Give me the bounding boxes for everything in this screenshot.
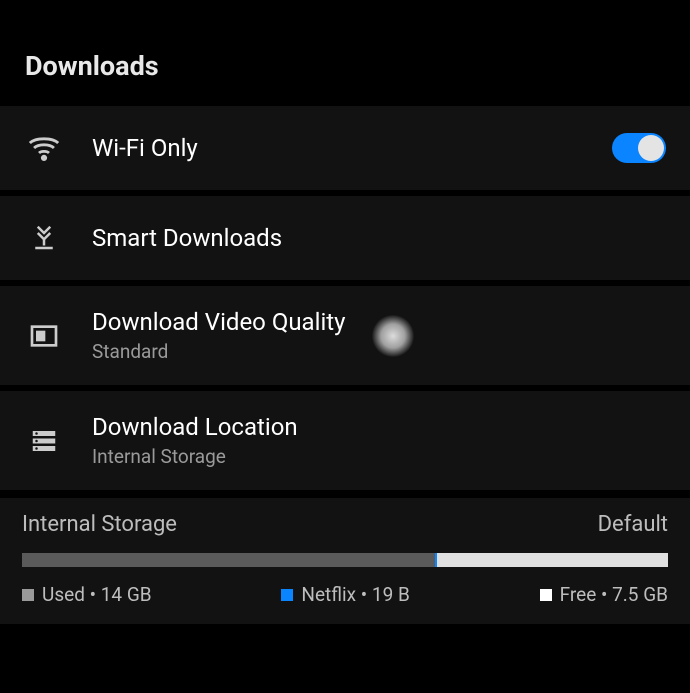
swatch-free — [540, 589, 552, 601]
storage-legend: Used • 14 GB Netflix • 19 B Free • 7.5 G… — [22, 583, 668, 606]
wifi-only-label: Wi-Fi Only — [92, 134, 612, 162]
row-download-location[interactable]: Download Location Internal Storage — [0, 391, 690, 496]
legend-netflix-text: Netflix • 19 B — [301, 583, 409, 606]
legend-used: Used • 14 GB — [22, 583, 152, 606]
smart-downloads-label: Smart Downloads — [92, 224, 666, 252]
legend-free-text: Free • 7.5 GB — [560, 583, 668, 606]
download-location-label: Download Location — [92, 413, 666, 441]
video-quality-label: Download Video Quality — [92, 308, 666, 336]
storage-icon — [24, 421, 64, 461]
video-quality-value: Standard — [92, 340, 666, 363]
row-smart-downloads[interactable]: Smart Downloads — [0, 196, 690, 286]
legend-free: Free • 7.5 GB — [540, 583, 668, 606]
legend-netflix: Netflix • 19 B — [281, 583, 409, 606]
legend-used-text: Used • 14 GB — [42, 583, 152, 606]
storage-title: Internal Storage — [22, 512, 177, 537]
wifi-only-toggle[interactable] — [612, 133, 666, 163]
video-quality-icon — [24, 316, 64, 356]
row-video-quality[interactable]: Download Video Quality Standard — [0, 286, 690, 391]
storage-bar-used — [22, 553, 435, 567]
download-location-value: Internal Storage — [92, 445, 666, 468]
storage-section: Internal Storage Default Used • 14 GB Ne… — [0, 498, 690, 624]
storage-bar-free — [437, 553, 668, 567]
swatch-netflix — [281, 589, 293, 601]
wifi-icon — [24, 128, 64, 168]
toggle-thumb — [638, 135, 664, 161]
row-wifi-only[interactable]: Wi-Fi Only — [0, 106, 690, 196]
smart-downloads-icon — [24, 218, 64, 258]
storage-default-label: Default — [598, 512, 668, 537]
storage-bar — [22, 553, 668, 567]
page-title: Downloads — [25, 50, 690, 82]
swatch-used — [22, 589, 34, 601]
